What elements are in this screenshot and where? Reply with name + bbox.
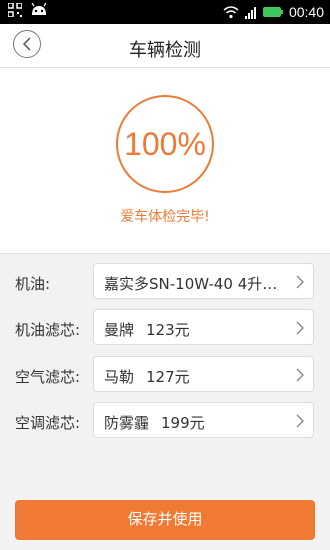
status-bar: 00:40 <box>0 0 330 24</box>
row-value: 嘉实多SN-10W-40 4升… <box>104 275 278 293</box>
save-and-use-button[interactable]: 保存并使用 <box>15 500 315 540</box>
row-label: 机油滤芯: <box>15 321 81 339</box>
list-item-air-filter: 空气滤芯: 马勒 127元 <box>0 356 330 394</box>
row-value: 马勒 <box>104 368 135 386</box>
wifi-icon <box>223 6 239 19</box>
row-value: 曼牌 <box>104 321 135 339</box>
progress-text: 100% <box>124 125 206 162</box>
progress-ring: 100% <box>116 95 214 193</box>
ac-filter-select[interactable]: 防雾霾 199元 <box>93 402 314 438</box>
inspection-result: 100% 爱车体检完毕! <box>0 68 330 254</box>
status-text: 爱车体检完毕! <box>120 209 210 225</box>
list-item-ac-filter: 空调滤芯: 防雾霾 199元 <box>0 402 330 440</box>
row-label: 空调滤芯: <box>15 414 81 432</box>
android-icon <box>31 3 47 15</box>
row-price: 127元 <box>146 368 190 386</box>
signal-icon <box>244 6 256 19</box>
air-filter-select[interactable]: 马勒 127元 <box>93 356 314 392</box>
list-item-oil-filter: 机油滤芯: 曼牌 123元 <box>0 309 330 347</box>
page-title: 车辆检测 <box>129 40 201 61</box>
status-time: 00:40 <box>288 4 324 20</box>
row-price: 123元 <box>146 321 190 339</box>
row-label: 机油: <box>15 275 51 293</box>
battery-icon <box>262 7 283 17</box>
chevron-right-icon <box>296 368 304 382</box>
chevron-right-icon <box>296 321 304 335</box>
row-price: 199元 <box>161 414 205 432</box>
app-header: 车辆检测 <box>0 24 330 68</box>
list-item-engine-oil: 机油: 嘉实多SN-10W-40 4升… <box>0 263 330 301</box>
row-label: 空气滤芯: <box>15 368 81 386</box>
oil-filter-select[interactable]: 曼牌 123元 <box>93 309 314 345</box>
chevron-right-icon <box>296 275 304 289</box>
chevron-right-icon <box>296 414 304 428</box>
row-value: 防雾霾 <box>104 414 150 432</box>
engine-oil-select[interactable]: 嘉实多SN-10W-40 4升… <box>93 263 314 299</box>
qr-icon <box>8 3 22 17</box>
